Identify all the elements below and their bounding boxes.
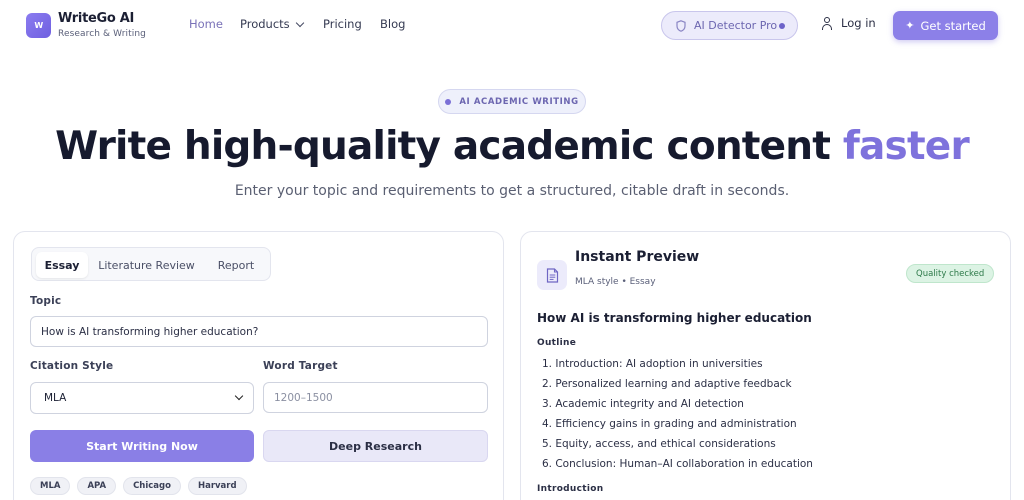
login-label: Log in <box>841 16 876 30</box>
tab-report[interactable]: Report <box>204 252 268 278</box>
writing-form-card: Essay Literature Review Report Topic Cit… <box>13 231 504 500</box>
hero-title-main: Write high-quality academic content <box>55 124 843 169</box>
chip-apa[interactable]: APA <box>77 477 117 495</box>
preview-card: Instant Preview MLA style • Essay Qualit… <box>520 231 1011 500</box>
outline-list: 1. Introduction: AI adoption in universi… <box>537 354 813 474</box>
word-target-input[interactable] <box>263 382 488 413</box>
list-item: 6. Conclusion: Human–AI collaboration in… <box>542 458 813 470</box>
chevron-down-icon <box>234 391 244 401</box>
tab-essay[interactable]: Essay <box>36 252 88 278</box>
ai-detector-button[interactable]: AI Detector Pro <box>661 11 798 40</box>
nav-products-label: Products <box>240 17 290 31</box>
introduction-heading: Introduction <box>537 484 604 494</box>
hero-title: Write high-quality academic content fast… <box>0 124 1024 169</box>
nav-products-menu[interactable]: Products <box>240 17 304 31</box>
citation-chips: MLA APA Chicago Harvard <box>30 477 254 495</box>
logo-letter: W <box>34 21 43 30</box>
topic-label: Topic <box>30 295 62 307</box>
deep-research-button[interactable]: Deep Research <box>263 430 488 462</box>
brand-tagline: Research & Writing <box>58 29 146 39</box>
list-item: 4. Efficiency gains in grading and admin… <box>542 418 797 430</box>
chip-chicago[interactable]: Chicago <box>123 477 181 495</box>
citation-style-value: MLA <box>44 392 67 404</box>
outline-heading: Outline <box>537 338 577 348</box>
status-dot <box>779 23 785 29</box>
get-started-label: Get started <box>920 18 986 33</box>
badge-label: AI ACADEMIC WRITING <box>459 96 579 107</box>
start-writing-button[interactable]: Start Writing Now <box>30 430 254 462</box>
login-button[interactable]: Log in <box>821 16 876 30</box>
document-icon <box>537 260 567 290</box>
word-target-label: Word Target <box>263 360 338 372</box>
top-nav: W WriteGo AI Research & Writing Home Pro… <box>0 0 1024 50</box>
document-title: How AI is transforming higher education <box>537 311 812 325</box>
chevron-down-icon <box>295 18 304 28</box>
list-item: 2. Personalized learning and adaptive fe… <box>542 378 792 390</box>
chip-mla[interactable]: MLA <box>30 477 71 495</box>
quality-badge: Quality checked <box>906 264 995 283</box>
preview-meta: MLA style • Essay <box>575 277 656 287</box>
shield-icon <box>676 20 686 32</box>
list-item: 5. Equity, access, and ethical considera… <box>542 438 776 450</box>
citation-style-select[interactable]: MLA <box>30 382 254 414</box>
hero-badge: AI ACADEMIC WRITING <box>438 89 586 114</box>
nav-blog-link[interactable]: Blog <box>380 17 405 31</box>
logo-icon[interactable]: W <box>26 13 51 38</box>
brand-name[interactable]: WriteGo AI <box>58 11 134 26</box>
badge-dot <box>445 98 452 105</box>
sparkle-icon: ✦ <box>905 19 915 32</box>
user-icon <box>821 16 833 30</box>
citation-style-label: Citation Style <box>30 360 114 372</box>
document-type-tabs: Essay Literature Review Report <box>31 247 271 281</box>
tab-literature-review[interactable]: Literature Review <box>94 252 199 278</box>
nav-pricing-link[interactable]: Pricing <box>323 17 362 31</box>
get-started-button[interactable]: ✦ Get started <box>893 11 998 40</box>
nav-home-link[interactable]: Home <box>189 17 223 31</box>
list-item: 3. Academic integrity and AI detection <box>542 398 744 410</box>
preview-title: Instant Preview <box>575 249 700 265</box>
hero-title-accent: faster <box>842 124 970 169</box>
chip-harvard[interactable]: Harvard <box>187 477 247 495</box>
topic-input[interactable] <box>30 316 488 347</box>
ai-detector-label: AI Detector Pro <box>694 19 778 32</box>
list-item: 1. Introduction: AI adoption in universi… <box>542 358 763 370</box>
hero-subtitle: Enter your topic and requirements to get… <box>234 183 790 199</box>
